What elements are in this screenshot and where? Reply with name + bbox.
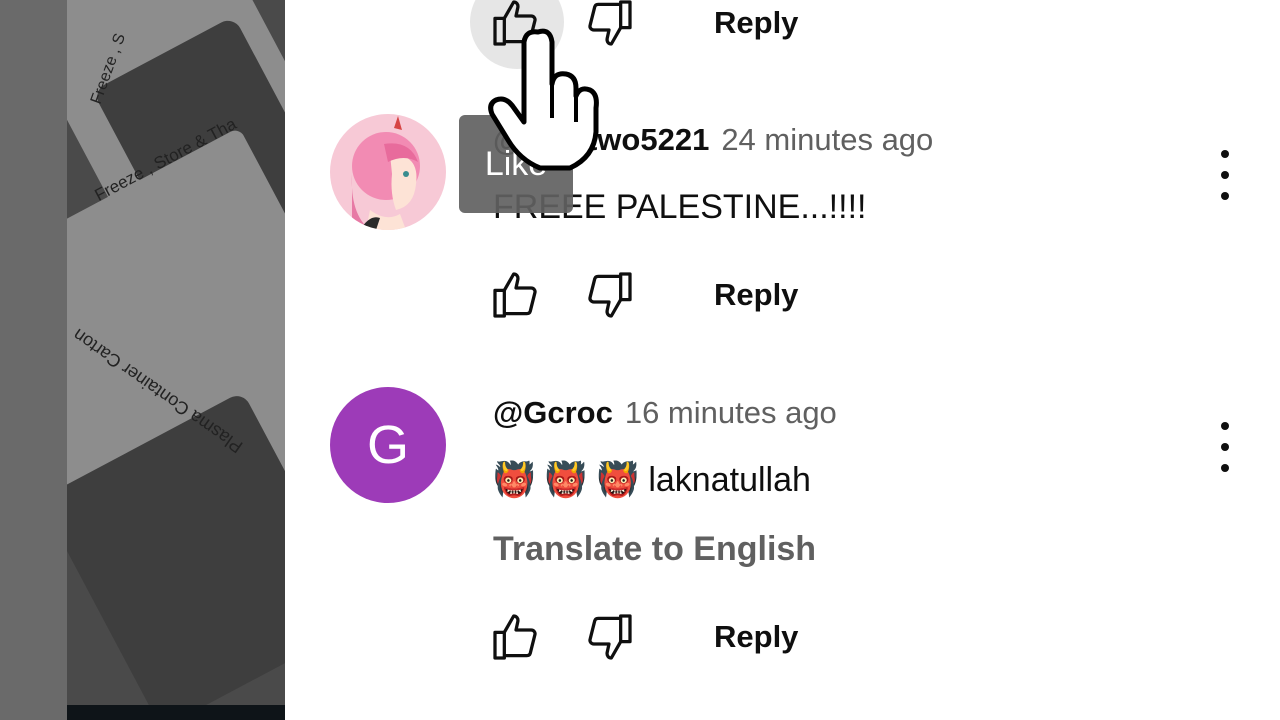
thumbs-up-icon [493,272,537,318]
anime-avatar-image [330,114,446,230]
thumbs-down-icon [588,272,632,318]
avatar-letter: G [366,415,409,475]
reply-button[interactable]: Reply [714,5,798,41]
comment-text: 👹 👹 👹 laknatullah [493,461,811,499]
like-button[interactable] [488,267,544,323]
avatar[interactable]: G [330,387,446,503]
dislike-button[interactable] [581,267,637,323]
background-photo: Freeze , Store & Tha Freeze , S Plasma C… [0,0,285,720]
menu-dot [1221,464,1229,472]
comment-actions: Reply [488,609,888,669]
comment-author[interactable]: @Gcroc [493,395,613,430]
translate-button[interactable]: Translate to English [493,530,816,569]
thumbs-up-icon [493,614,537,660]
comment-menu-button[interactable] [1212,150,1238,200]
comment-timestamp[interactable]: 24 minutes ago [721,122,933,157]
menu-dot [1221,150,1229,158]
menu-dot [1221,192,1229,200]
like-button[interactable] [488,609,544,665]
comment-menu-button[interactable] [1212,422,1238,472]
hand-cursor-icon [488,28,599,171]
avatar[interactable] [330,114,446,230]
reply-button[interactable]: Reply [714,619,798,655]
menu-dot [1221,171,1229,179]
comment-actions: Reply [488,267,888,327]
comment-meta: @Gcroc 16 minutes ago [493,395,837,431]
video-bottom-bar [67,705,285,720]
comment-timestamp[interactable]: 16 minutes ago [625,395,837,430]
menu-dot [1221,422,1229,430]
dislike-button[interactable] [581,609,637,665]
thumbs-down-icon [588,614,632,660]
menu-dot [1221,443,1229,451]
reply-button[interactable]: Reply [714,277,798,313]
side-margin [0,0,67,720]
product-photo: Freeze , Store & Tha Freeze , S Plasma C… [67,0,285,705]
